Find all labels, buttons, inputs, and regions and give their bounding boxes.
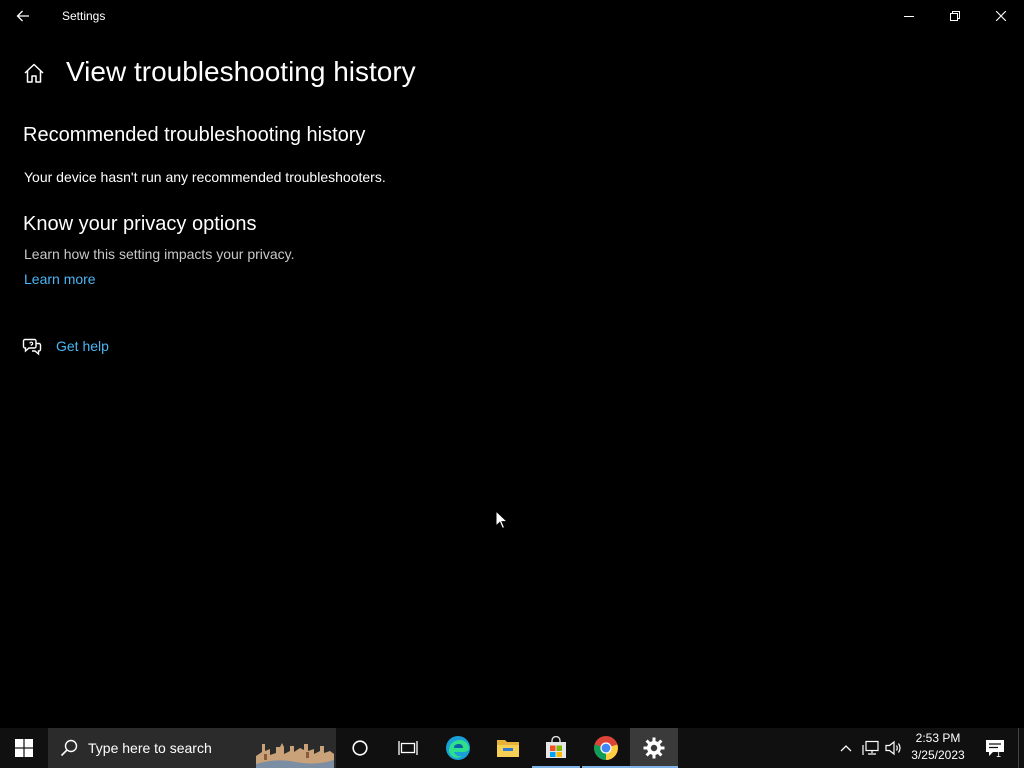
get-help-row[interactable]: Get help	[22, 335, 109, 357]
network-icon	[862, 740, 879, 755]
section-heading-recommended-history: Recommended troubleshooting history	[23, 124, 366, 146]
chrome-icon	[594, 736, 618, 760]
learn-more-link[interactable]: Learn more	[24, 271, 96, 287]
home-icon	[24, 63, 44, 83]
taskbar-clock[interactable]: 2:53 PM 3/25/2023	[905, 730, 971, 766]
settings-taskbar-button[interactable]	[630, 728, 678, 768]
page-title: View troubleshooting history	[66, 56, 416, 87]
search-highlight-illustration	[256, 734, 334, 768]
notification-count-badge: 1	[996, 749, 1002, 759]
privacy-description: Learn how this setting impacts your priv…	[24, 246, 295, 262]
windows-logo-icon	[15, 739, 33, 757]
get-help-link[interactable]: Get help	[56, 338, 109, 354]
start-button[interactable]	[0, 728, 48, 768]
edge-icon	[446, 736, 470, 760]
network-button[interactable]	[860, 728, 882, 768]
back-arrow-icon	[16, 10, 29, 22]
cortana-button[interactable]	[336, 728, 384, 768]
store-button[interactable]	[532, 728, 580, 768]
file-explorer-button[interactable]	[484, 728, 532, 768]
get-help-icon	[22, 338, 42, 356]
clock-time: 2:53 PM	[915, 731, 961, 745]
chevron-up-icon	[840, 745, 852, 752]
taskbar-search-box[interactable]: Type here to search	[48, 728, 336, 768]
volume-button[interactable]	[884, 728, 904, 768]
search-placeholder: Type here to search	[88, 740, 212, 756]
recommended-history-status: Your device hasn't run any recommended t…	[24, 169, 386, 185]
file-explorer-icon	[497, 740, 519, 757]
back-button[interactable]	[10, 4, 36, 28]
cortana-icon	[352, 740, 368, 756]
restore-icon	[950, 11, 960, 21]
title-bar: Settings	[0, 0, 1024, 32]
settings-icon	[643, 737, 665, 759]
home-button[interactable]	[23, 62, 45, 84]
taskbar: Type here to search 2:53 PM 3/25/2023 1	[0, 728, 1024, 768]
window-title: Settings	[62, 9, 106, 23]
task-view-button[interactable]	[384, 728, 432, 768]
close-icon	[996, 11, 1006, 21]
mouse-cursor-icon	[495, 510, 509, 530]
edge-button[interactable]	[434, 728, 482, 768]
show-hidden-icons-button[interactable]	[836, 728, 856, 768]
task-view-icon	[398, 741, 418, 755]
close-button[interactable]	[978, 0, 1024, 32]
chrome-button[interactable]	[582, 728, 630, 768]
volume-icon	[885, 740, 901, 756]
search-icon	[60, 739, 78, 757]
store-icon	[546, 736, 566, 758]
minimize-button[interactable]	[886, 0, 932, 32]
clock-date: 3/25/2023	[911, 748, 965, 762]
section-heading-privacy-options: Know your privacy options	[23, 213, 257, 235]
restore-button[interactable]	[932, 0, 978, 32]
show-desktop-button[interactable]	[1018, 728, 1024, 768]
minimize-icon	[904, 16, 914, 17]
notification-icon	[986, 740, 1004, 756]
action-center-button[interactable]: 1	[980, 728, 1010, 768]
